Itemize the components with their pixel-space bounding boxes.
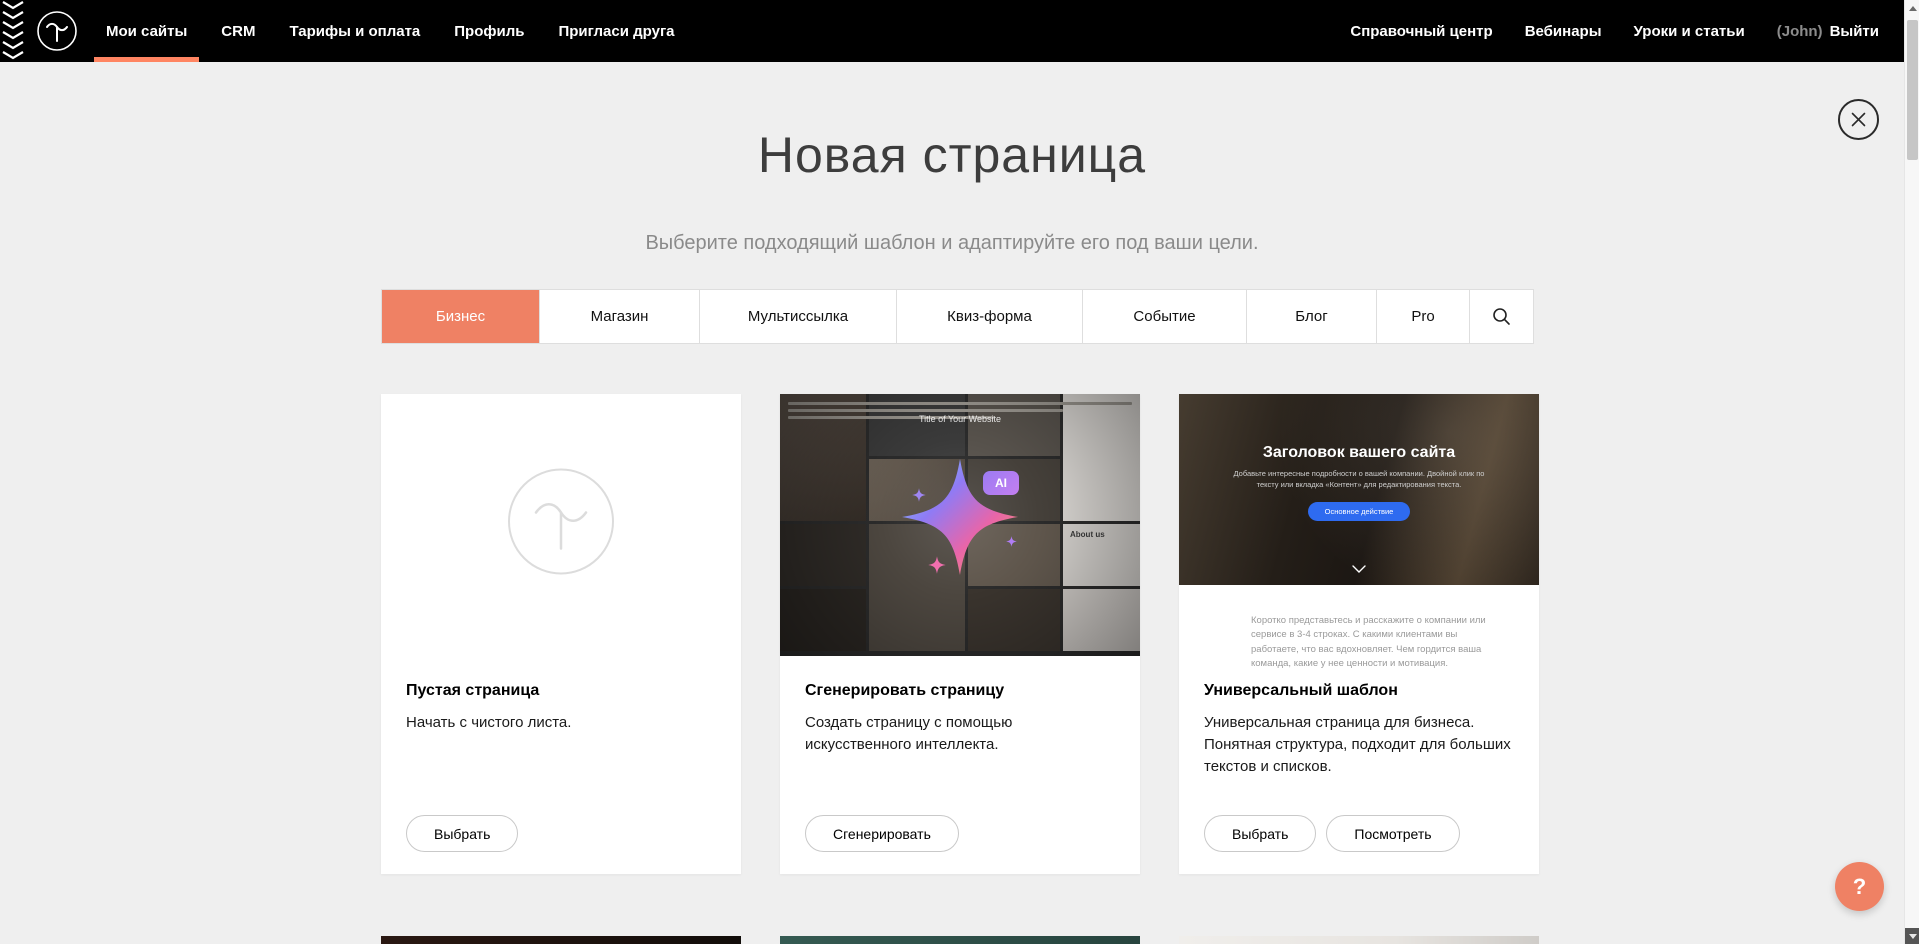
template-category-tabs: Бизнес Магазин Мультиссылка Квиз-форма С…: [381, 289, 1534, 344]
page-subtitle: Выберите подходящий шаблон и адаптируйте…: [0, 232, 1904, 255]
tab-search[interactable]: [1469, 290, 1533, 343]
template-preview-cta-button: Основное действие: [1308, 502, 1411, 521]
search-icon: [1492, 307, 1511, 326]
new-page-screen: Мои сайты CRM Тарифы и оплата Профиль Пр…: [0, 0, 1919, 944]
card-title: Пустая страница: [406, 682, 716, 700]
template-card-blank[interactable]: Пустая страница Начать с чистого листа. …: [381, 394, 741, 874]
topbar: Мои сайты CRM Тарифы и оплата Профиль Пр…: [0, 0, 1919, 62]
card-description: Начать с чистого листа.: [406, 712, 716, 734]
card-actions: Выбрать: [406, 815, 518, 852]
secondary-nav: Справочный центр Вебинары Уроки и статьи…: [1350, 0, 1919, 62]
tilda-logo-icon[interactable]: [36, 10, 78, 52]
tab-pro[interactable]: Pro: [1376, 290, 1469, 343]
sparkle-icon: [928, 556, 946, 579]
template-card-ai-generate[interactable]: About us Title of Your Website: [780, 394, 1140, 874]
view-button[interactable]: Посмотреть: [1326, 815, 1459, 852]
page-title: Новая страница: [0, 126, 1904, 184]
card-actions: Сгенерировать: [805, 815, 959, 852]
tab-store[interactable]: Магазин: [539, 290, 699, 343]
logout-link[interactable]: Выйти: [1830, 23, 1879, 40]
nav-profile[interactable]: Профиль: [454, 0, 524, 62]
scrollbar-up-arrow[interactable]: [1905, 0, 1919, 16]
sparkle-icon: [1006, 534, 1017, 552]
ai-card-media: About us Title of Your Website: [780, 394, 1140, 656]
template-preview-body-text: Коротко представьтесь и расскажите о ком…: [1251, 614, 1507, 671]
tab-event[interactable]: Событие: [1082, 290, 1246, 343]
zigzag-decoration-icon: [0, 0, 26, 62]
nav-lessons[interactable]: Уроки и статьи: [1634, 23, 1745, 40]
scrollbar[interactable]: [1904, 0, 1919, 944]
next-row-card-preview[interactable]: [381, 936, 741, 944]
card-description: Универсальная страница для бизнеса. Поня…: [1204, 712, 1514, 777]
card-actions: Выбрать Посмотреть: [1204, 815, 1460, 852]
next-row-card-preview[interactable]: [780, 936, 1140, 944]
nav-crm[interactable]: CRM: [221, 0, 255, 62]
template-preview-subtext: Добавьте интересные подробности о вашей …: [1223, 469, 1495, 491]
account-menu[interactable]: (John) Выйти: [1777, 23, 1879, 40]
chevron-down-icon: [1352, 560, 1366, 578]
collage-site-title: Title of Your Website: [780, 414, 1140, 424]
ai-badge: AI: [983, 471, 1019, 495]
next-row-card-preview[interactable]: [1179, 936, 1539, 944]
template-preview-heading: Заголовок вашего сайта: [1263, 444, 1455, 462]
tab-blog[interactable]: Блог: [1246, 290, 1376, 343]
template-preview-hero: Заголовок вашего сайта Добавьте интересн…: [1179, 394, 1539, 585]
tilda-watermark-icon: [506, 467, 616, 582]
scrollbar-down-arrow[interactable]: [1905, 928, 1919, 944]
tab-quiz-form[interactable]: Квиз-форма: [896, 290, 1082, 343]
tab-business[interactable]: Бизнес: [382, 290, 539, 343]
nav-help-center[interactable]: Справочный центр: [1350, 23, 1492, 40]
tab-multilink[interactable]: Мультиссылка: [699, 290, 896, 343]
nav-my-sites[interactable]: Мои сайты: [106, 0, 187, 62]
scrollbar-thumb[interactable]: [1907, 20, 1918, 160]
card-title: Универсальный шаблон: [1204, 682, 1514, 700]
card-title: Сгенерировать страницу: [805, 682, 1115, 700]
generate-button[interactable]: Сгенерировать: [805, 815, 959, 852]
card-description: Создать страницу с помощью искусственног…: [805, 712, 1115, 756]
nav-tariffs[interactable]: Тарифы и оплата: [289, 0, 420, 62]
account-name: (John): [1777, 23, 1823, 40]
choose-button[interactable]: Выбрать: [1204, 815, 1316, 852]
sparkle-icon: [912, 488, 926, 507]
close-button[interactable]: [1838, 99, 1879, 140]
nav-webinars[interactable]: Вебинары: [1525, 23, 1602, 40]
help-button[interactable]: ?: [1835, 862, 1884, 911]
blank-card-media: [381, 394, 741, 656]
choose-button[interactable]: Выбрать: [406, 815, 518, 852]
nav-invite-friend[interactable]: Пригласи друга: [558, 0, 674, 62]
close-icon: [1851, 112, 1866, 127]
template-card-universal[interactable]: Заголовок вашего сайта Добавьте интересн…: [1179, 394, 1539, 874]
main-nav: Мои сайты CRM Тарифы и оплата Профиль Пр…: [106, 0, 675, 62]
